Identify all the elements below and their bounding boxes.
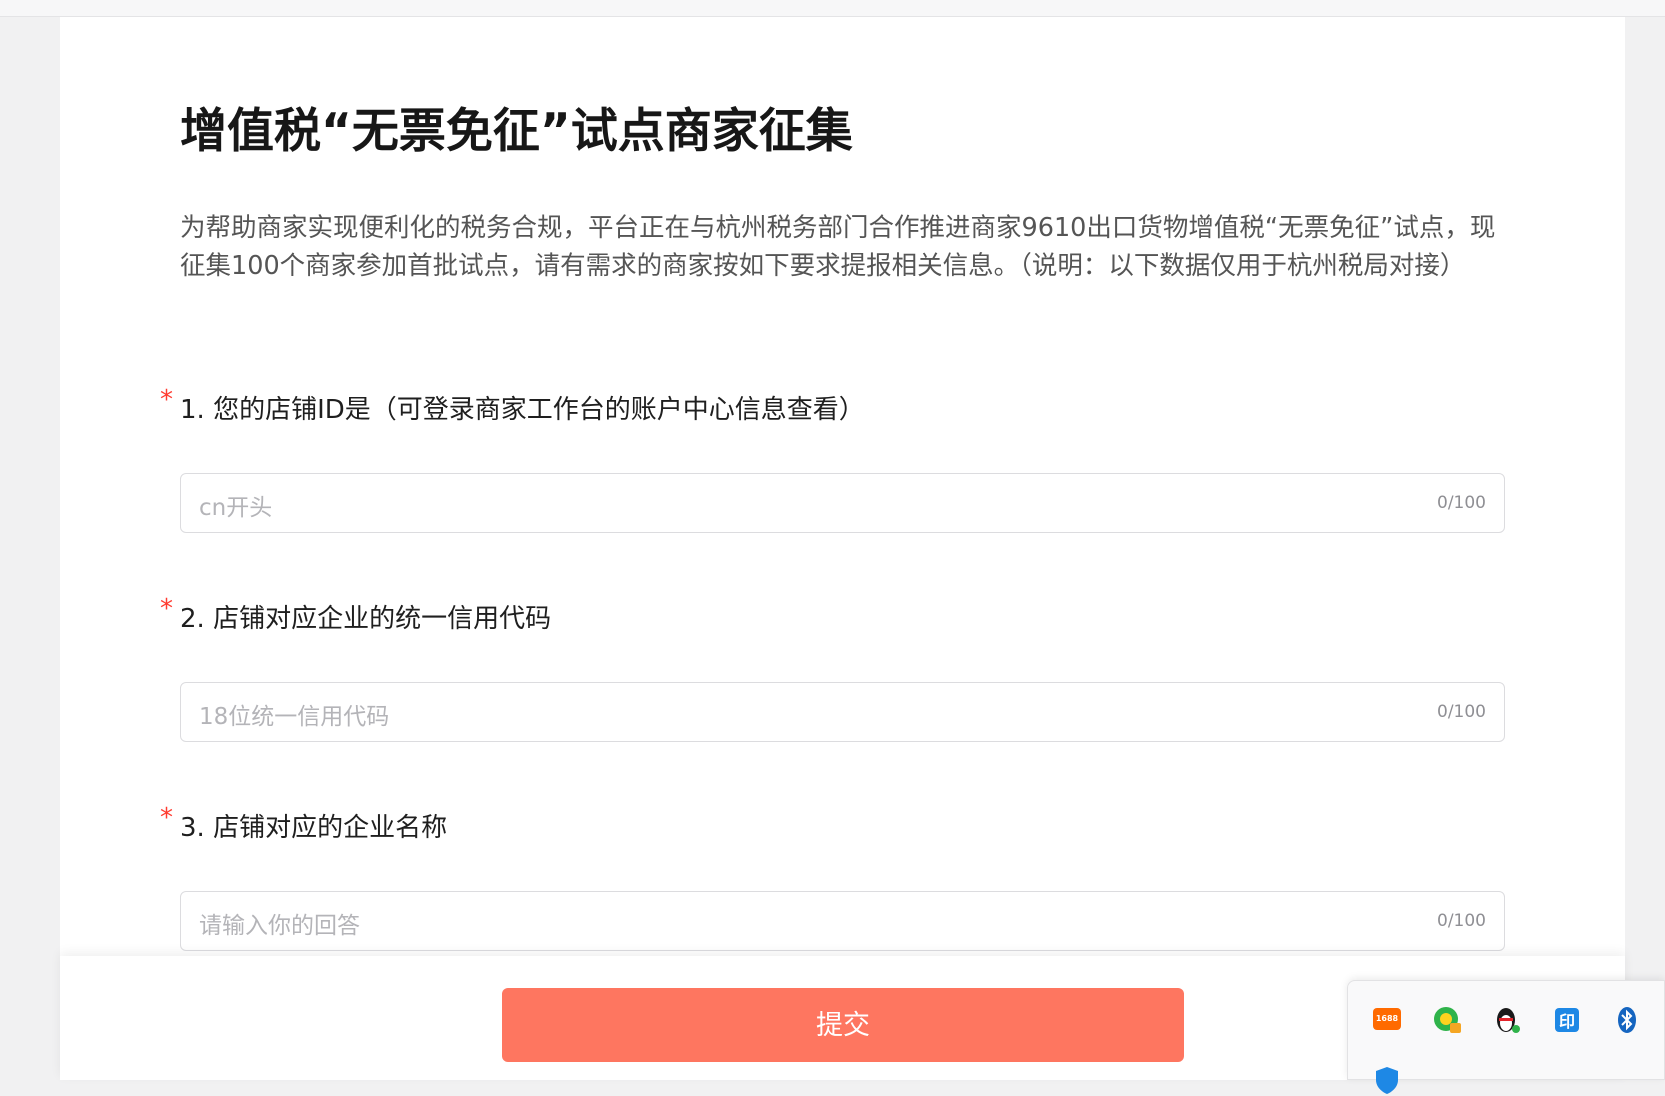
page-title: 增值税“无票免征”试点商家征集 xyxy=(180,104,853,159)
1688-app-icon[interactable]: 1688 xyxy=(1371,1004,1403,1036)
required-mark: * xyxy=(160,594,173,624)
required-mark: * xyxy=(160,803,173,833)
question-2-label: * 2. 店铺对应企业的统一信用代码 xyxy=(160,594,552,635)
credit-code-char-counter: 0/100 xyxy=(1437,702,1486,722)
security-shield-icon[interactable] xyxy=(1371,1064,1403,1096)
svg-text:印: 印 xyxy=(1559,1012,1575,1031)
print-app-icon[interactable]: 印 xyxy=(1551,1004,1583,1036)
company-name-placeholder: 请输入你的回答 xyxy=(199,913,360,939)
question-2-text: 2. 店铺对应企业的统一信用代码 xyxy=(180,604,552,634)
system-tray-overflow: 1688 印 xyxy=(1347,980,1665,1094)
qq-penguin-icon[interactable] xyxy=(1491,1004,1523,1036)
store-id-input[interactable]: cn开头 0/100 xyxy=(180,473,1505,533)
browser-top-strip xyxy=(0,0,1665,17)
bluetooth-icon[interactable] xyxy=(1611,1004,1643,1036)
store-id-placeholder: cn开头 xyxy=(199,495,273,521)
credit-code-placeholder: 18位统一信用代码 xyxy=(199,704,390,730)
browser-update-icon[interactable] xyxy=(1431,1004,1463,1036)
question-3-text: 3. 店铺对应的企业名称 xyxy=(180,813,448,843)
question-3-label: * 3. 店铺对应的企业名称 xyxy=(160,803,448,844)
question-1-text: 1. 您的店铺ID是（可登录商家工作台的账户中心信息查看） xyxy=(180,395,865,425)
credit-code-input[interactable]: 18位统一信用代码 0/100 xyxy=(180,682,1505,742)
store-id-char-counter: 0/100 xyxy=(1437,493,1486,513)
submit-button[interactable]: 提交 xyxy=(502,988,1184,1062)
company-name-input[interactable]: 请输入你的回答 0/100 xyxy=(180,891,1505,951)
form-intro: 为帮助商家实现便利化的税务合规，平台正在与杭州税务部门合作推进商家9610出口货… xyxy=(180,213,1496,281)
question-1-label: * 1. 您的店铺ID是（可登录商家工作台的账户中心信息查看） xyxy=(160,385,865,426)
company-name-char-counter: 0/100 xyxy=(1437,911,1486,931)
1688-badge-text: 1688 xyxy=(1376,1014,1399,1023)
required-mark: * xyxy=(160,385,173,415)
